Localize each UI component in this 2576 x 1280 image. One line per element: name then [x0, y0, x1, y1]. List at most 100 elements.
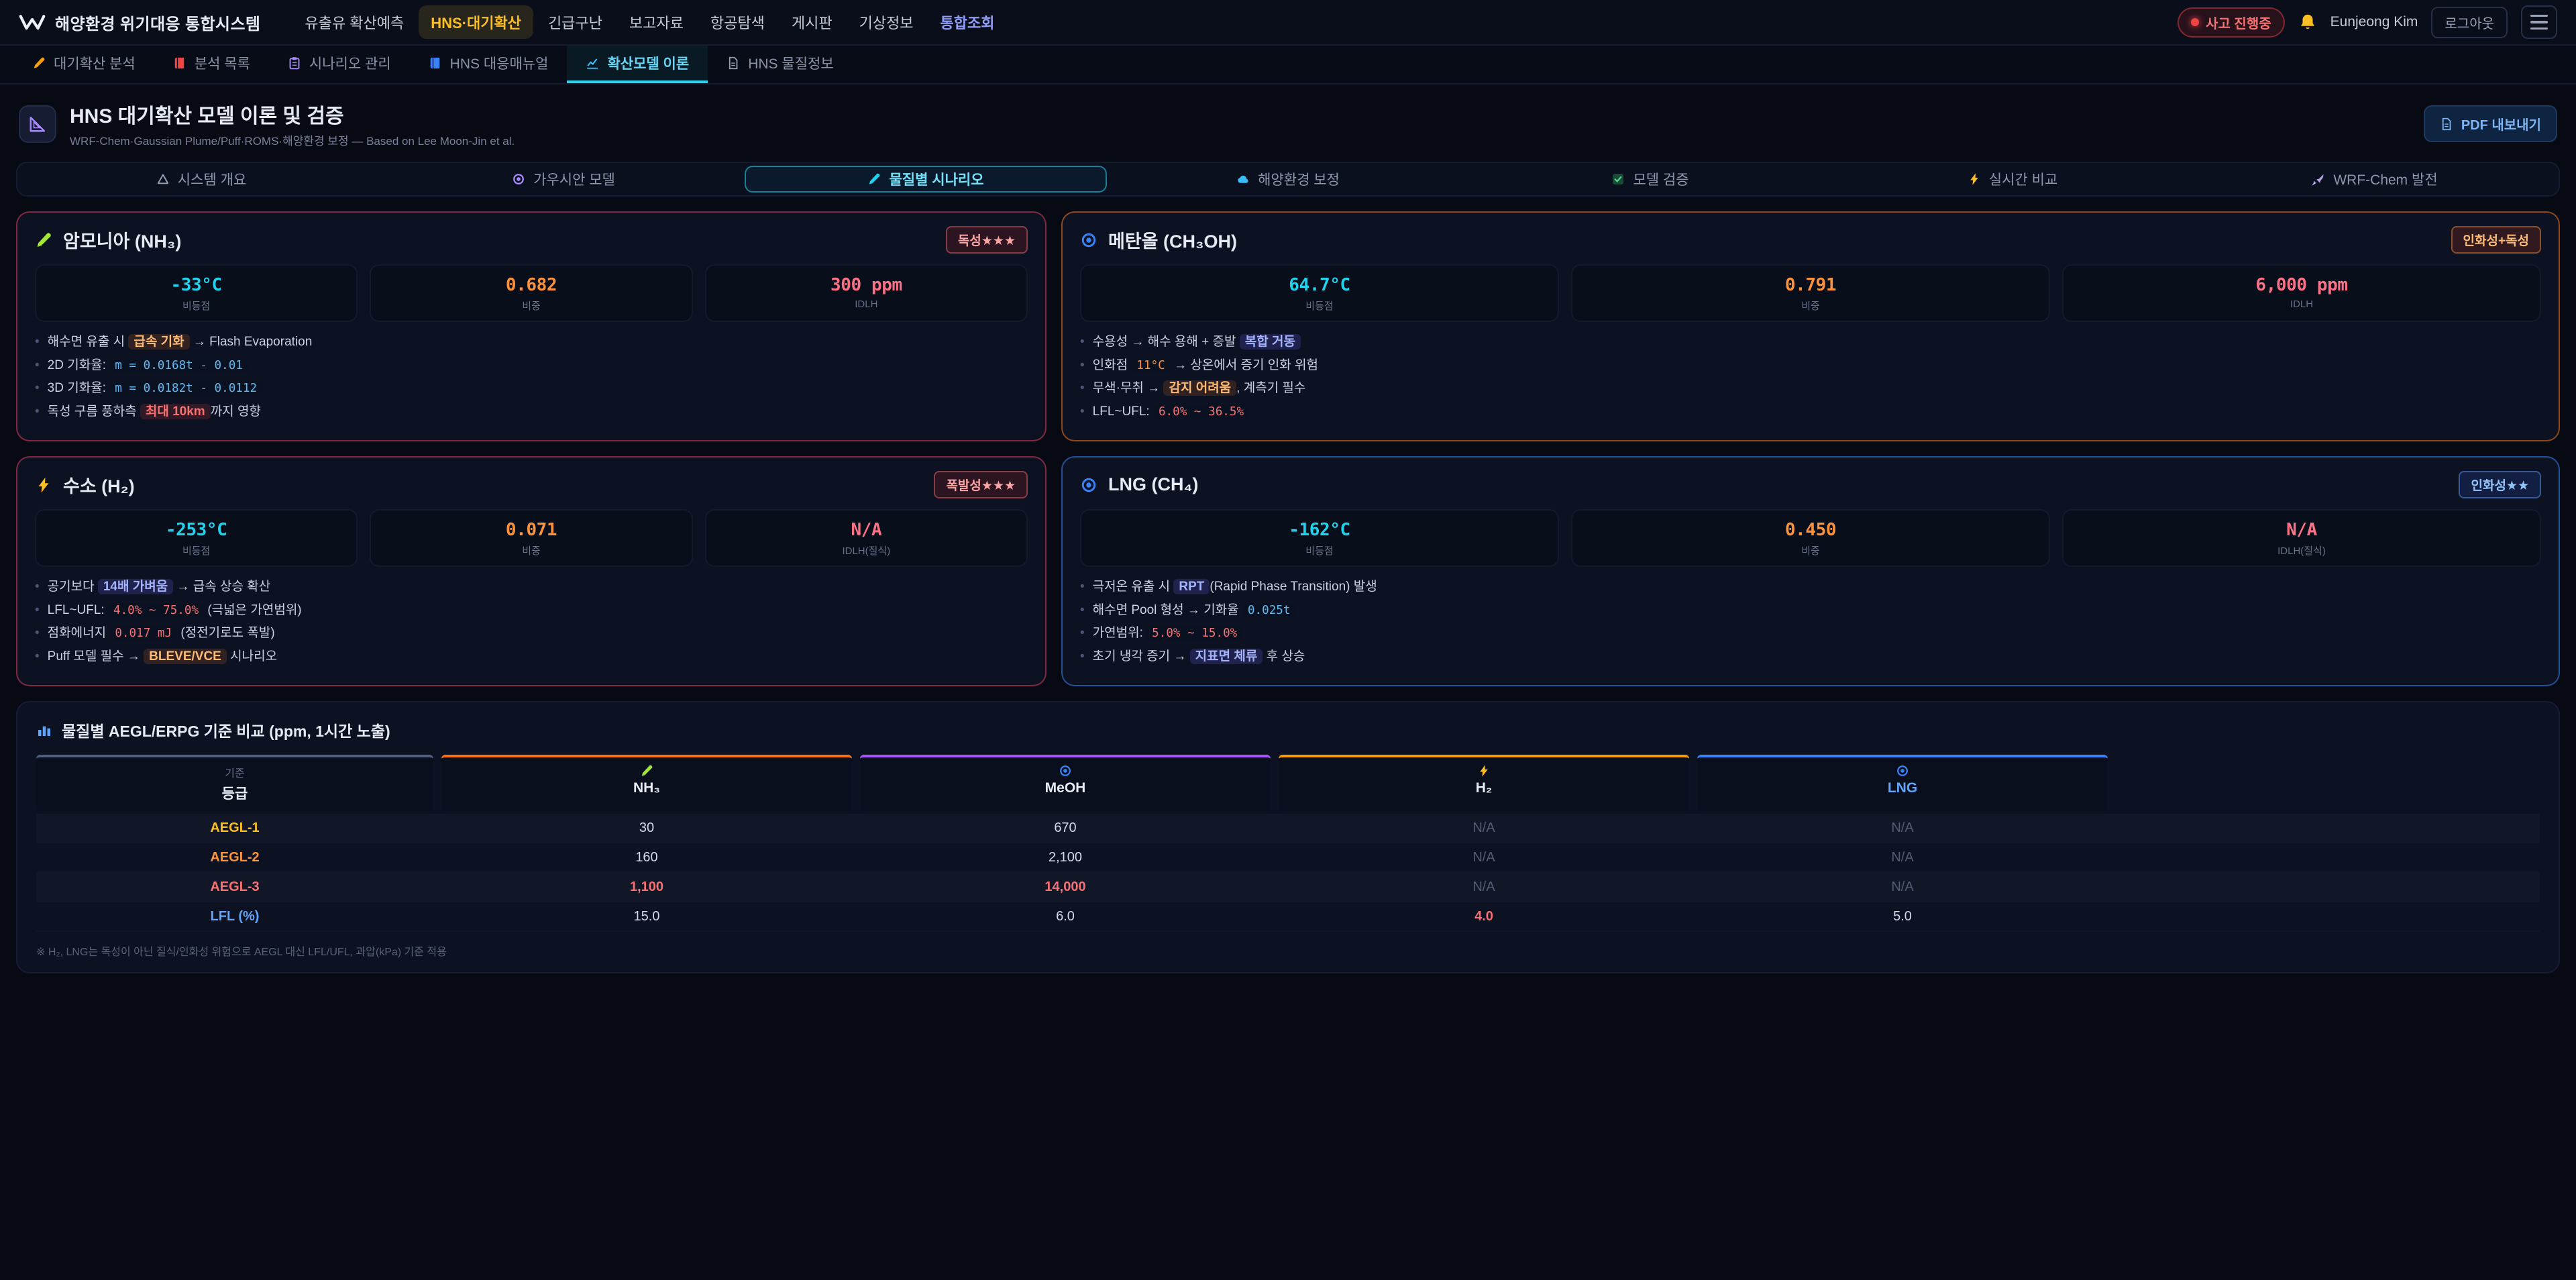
bullet-item: LFL~UFL: 6.0% ~ 36.5% — [1080, 403, 2541, 422]
table-column-header: NH₃ — [441, 755, 852, 811]
stat-box: -253°C 비등점 — [35, 509, 358, 567]
stat-value: 300 ppm — [709, 275, 1024, 295]
incident-label: 사고 진행중 — [2206, 13, 2271, 32]
nav-item[interactable]: 게시판 — [780, 5, 845, 39]
stat-label: 비등점 — [1084, 299, 1555, 313]
stat-box: N/AIDLH(질식) — [705, 509, 1028, 567]
stat-label: 비중 — [1575, 543, 2046, 557]
nav-item[interactable]: 긴급구난 — [536, 5, 614, 39]
nav-item[interactable]: HNS·대기확산 — [419, 5, 533, 39]
table-title-row: 물질별 AEGL/ERPG 기준 비교 (ppm, 1시간 노출) — [36, 718, 2540, 741]
section-tab[interactable]: 모델 검증 — [1469, 166, 1831, 193]
chip-orange: 감지 어려움 — [1163, 380, 1236, 396]
section-tab-label: 해양환경 보정 — [1258, 169, 1340, 189]
substance-title: LNG (CH₄) — [1108, 474, 1198, 495]
main-nav: 유출유 확산예측HNS·대기확산긴급구난보고자료항공탐색게시판기상정보통합조회 — [292, 5, 1006, 39]
stat-row: -162°C비등점0.450비중N/AIDLH(질식) — [1080, 509, 2541, 567]
comparison-table-card: 물질별 AEGL/ERPG 기준 비교 (ppm, 1시간 노출) 기준등급NH… — [16, 701, 2560, 973]
code-blue: m = 0.0182t - 0.0112 — [109, 381, 262, 396]
menu-icon[interactable] — [2521, 5, 2557, 39]
brand[interactable]: 해양환경 위기대응 통합시스템 — [19, 11, 260, 34]
row-label: AEGL-3 — [36, 879, 433, 895]
bullet-item: 가연범위: 5.0% ~ 15.0% — [1080, 624, 2541, 643]
table-column-header: H₂ — [1279, 755, 1689, 811]
stat-value: N/A — [709, 520, 1024, 540]
bullet-item: 공기보다 14배 가벼움 → 급속 상승 확산 — [35, 578, 1028, 597]
bullet-item: 무색·무취 → 감지 어려움, 계측기 필수 — [1080, 379, 2541, 398]
column-header-label: MeOH — [863, 780, 1268, 796]
bullet-text: 시나리오 — [227, 649, 277, 663]
card-header: LNG (CH₄) 인화성★★ — [1080, 471, 2541, 498]
stat-row: 64.7°C비등점0.791비중6,000 ppmIDLH — [1080, 264, 2541, 322]
section-tab[interactable]: 해양환경 보정 — [1107, 166, 1469, 193]
stat-value: N/A — [2066, 520, 2537, 540]
table-cell: 6.0 — [860, 909, 1271, 924]
section-tab-label: 시스템 개요 — [178, 169, 246, 189]
bullet-item: 극저온 유출 시 RPT(Rapid Phase Transition) 발생 — [1080, 578, 2541, 597]
bar-chart-icon — [36, 722, 52, 738]
stat-value: 0.071 — [374, 520, 688, 540]
stat-box: 0.682비중 — [370, 264, 692, 322]
pdf-export-button[interactable]: PDF 내보내기 — [2424, 105, 2557, 142]
chip-blue: 지표면 체류 — [1190, 649, 1263, 664]
section-tab[interactable]: 시스템 개요 — [20, 166, 382, 193]
nav-item[interactable]: 기상정보 — [847, 5, 926, 39]
nav-item[interactable]: 항공탐색 — [698, 5, 777, 39]
code-red: 6.0% ~ 36.5% — [1153, 405, 1249, 419]
circle-dot-icon — [512, 172, 525, 186]
bullet-text: 2D 기화율: — [48, 358, 110, 372]
section-tabs: 시스템 개요 가우시안 모델 물질별 시나리오 해양환경 보정 모델 검증 실시간 비교W… — [16, 162, 2560, 197]
table-cell: 2,100 — [860, 850, 1271, 865]
nav-item[interactable]: 유출유 확산예측 — [292, 5, 416, 39]
section-tab[interactable]: WRF-Chem 발전 — [2194, 166, 2556, 193]
subtab[interactable]: HNS 대응매뉴얼 — [410, 46, 568, 83]
bullet-text: → 급속 상승 확산 — [173, 580, 270, 594]
stat-label: 비등점 — [39, 543, 354, 557]
table-cell: N/A — [1279, 850, 1689, 865]
hazard-badge: 인화성★★ — [2459, 471, 2541, 498]
subtab[interactable]: 대기확산 분석 — [13, 46, 154, 83]
bullet-item: Puff 모델 필수 → BLEVE/VCE 시나리오 — [35, 647, 1028, 667]
hazard-badge: 폭발성★★★ — [934, 471, 1028, 498]
incident-badge[interactable]: 사고 진행중 — [2178, 7, 2285, 38]
nav-item[interactable]: 통합조회 — [928, 5, 1007, 39]
subtab[interactable]: HNS 물질정보 — [708, 46, 852, 83]
page-title: HNS 대기확산 모델 이론 및 검증 — [70, 99, 515, 129]
nav-item[interactable]: 보고자료 — [617, 5, 696, 39]
section-tab[interactable]: 가우시안 모델 — [382, 166, 745, 193]
bullet-item: 인화점 11°C → 상온에서 증기 인화 위험 — [1080, 356, 2541, 376]
bullet-text: → 상온에서 증기 인화 위험 — [1171, 358, 1318, 372]
section-tab[interactable]: 물질별 시나리오 — [745, 166, 1107, 193]
stat-box: 300 ppmIDLH — [705, 264, 1028, 322]
section-tab-label: 모델 검증 — [1633, 169, 1688, 189]
book-icon — [429, 56, 442, 70]
stat-row: -33°C비등점0.682비중300 ppmIDLH — [35, 264, 1028, 322]
table-cell: 1,100 — [441, 879, 852, 895]
logout-button[interactable]: 로그아웃 — [2431, 7, 2508, 38]
bolt-icon — [1477, 764, 1491, 778]
table-row: AEGL-31,10014,000N/AN/A — [36, 873, 2540, 902]
stat-box: -33°C비등점 — [35, 264, 358, 322]
section-tab-label: 가우시안 모델 — [533, 169, 615, 189]
bullet-text: 가연범위: — [1093, 626, 1146, 640]
bullet-item: 독성 구름 풍하측 최대 10km까지 영향 — [35, 403, 1028, 422]
circle-dot-icon — [1896, 764, 1909, 778]
bullet-text: (정전기로도 폭발) — [177, 626, 275, 640]
stat-value: -162°C — [1084, 520, 1555, 540]
substance-title: 수소 (H₂) — [63, 472, 135, 498]
bullet-item: 초기 냉각 증기 → 지표면 체류 후 상승 — [1080, 647, 2541, 667]
bell-icon[interactable] — [2298, 13, 2317, 32]
subtab[interactable]: 시나리오 관리 — [269, 46, 410, 83]
sub-tabbar: 대기확산 분석분석 목록시나리오 관리HNS 대응매뉴얼확산모델 이론HNS 물… — [0, 46, 2576, 85]
circle-dot-icon — [1059, 764, 1072, 778]
subtab[interactable]: 확산모델 이론 — [567, 46, 708, 83]
stat-label: 비중 — [1575, 299, 2046, 313]
stat-value: -253°C — [39, 520, 354, 540]
subtab[interactable]: 분석 목록 — [154, 46, 269, 83]
table-cell: N/A — [1279, 879, 1689, 895]
table-footnote: ※ H₂, LNG는 독성이 아닌 질식/인화성 위험으로 AEGL 대신 LF… — [36, 943, 2540, 959]
column-header-label: H₂ — [1281, 780, 1686, 796]
circle-dot-icon — [1080, 476, 1097, 494]
section-tab[interactable]: 실시간 비교 — [1831, 166, 2194, 193]
stat-box: 64.7°C비등점 — [1080, 264, 1559, 322]
